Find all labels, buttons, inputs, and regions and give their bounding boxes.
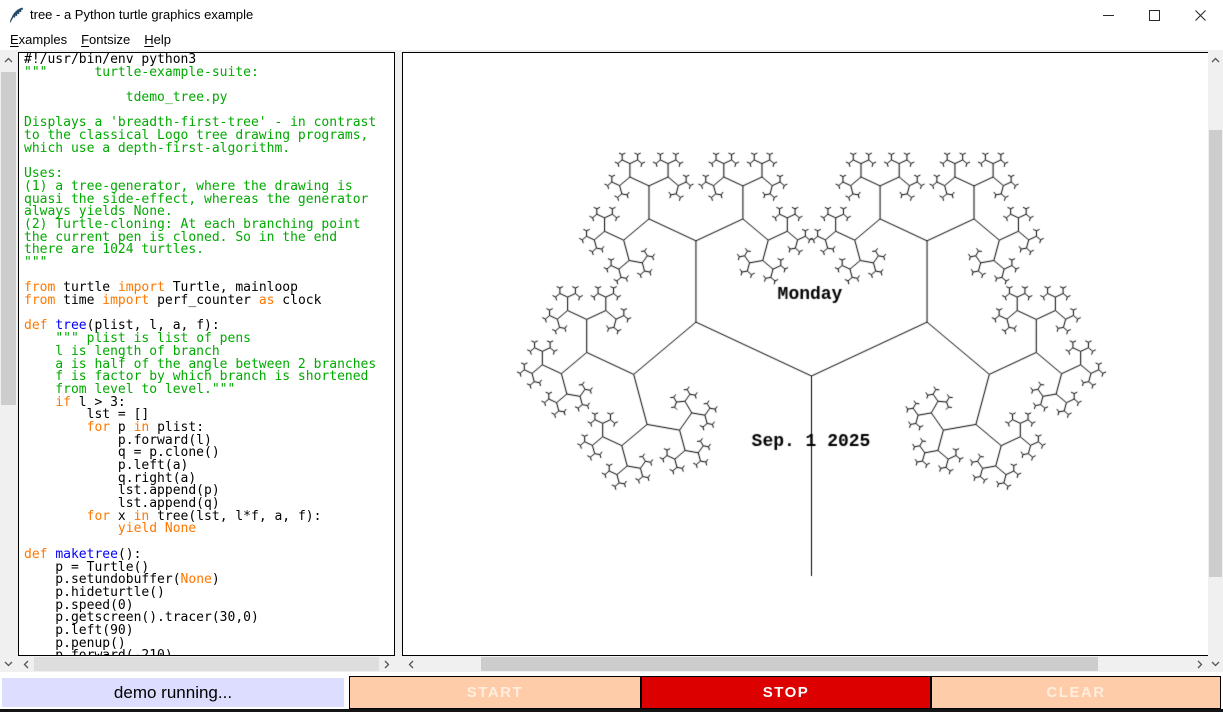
- code-text: #!/usr/bin/env python3 """ turtle-example…: [24, 52, 377, 656]
- canvas-horizontal-scrollbar[interactable]: [403, 656, 1208, 672]
- clear-button[interactable]: CLEAR: [931, 676, 1221, 709]
- menu-item-fontsize[interactable]: Fontsize: [74, 30, 137, 50]
- code-vscroll-thumb[interactable]: [1, 72, 16, 405]
- scroll-left-icon[interactable]: [18, 656, 34, 672]
- scroll-down-icon[interactable]: [0, 656, 17, 672]
- scroll-right-icon[interactable]: [379, 656, 395, 672]
- code-hscroll-thumb[interactable]: [34, 657, 379, 671]
- menu-bar: Examples Fontsize Help: [0, 30, 1223, 50]
- scroll-right-icon[interactable]: [1192, 656, 1208, 672]
- canvas-vertical-scrollbar[interactable]: [1208, 52, 1223, 672]
- menu-item-help[interactable]: Help: [137, 30, 178, 50]
- scroll-left-icon[interactable]: [403, 656, 419, 672]
- minimize-button[interactable]: [1085, 0, 1131, 30]
- scroll-down-icon[interactable]: [1208, 656, 1223, 672]
- canvas-hscroll-thumb[interactable]: [481, 657, 1098, 671]
- maximize-icon: [1148, 9, 1160, 21]
- maximize-button[interactable]: [1131, 0, 1177, 30]
- close-button[interactable]: [1177, 0, 1223, 30]
- close-icon: [1194, 9, 1206, 21]
- window-title: tree - a Python turtle graphics example: [30, 7, 254, 22]
- stop-button[interactable]: STOP: [641, 676, 931, 709]
- python-feather-icon: [9, 7, 24, 23]
- canvas-pane: [402, 52, 1208, 656]
- code-editor[interactable]: #!/usr/bin/env python3 """ turtle-example…: [18, 52, 395, 656]
- bottom-bar: demo running... START STOP CLEAR: [0, 672, 1223, 712]
- scroll-up-icon[interactable]: [0, 52, 17, 68]
- canvas-vscroll-thumb[interactable]: [1209, 130, 1222, 577]
- code-horizontal-scrollbar[interactable]: [18, 656, 395, 672]
- start-button[interactable]: START: [349, 676, 641, 709]
- status-label: demo running...: [2, 678, 344, 707]
- turtle-canvas[interactable]: [403, 53, 1207, 655]
- title-bar: tree - a Python turtle graphics example: [0, 0, 1223, 30]
- menu-item-examples[interactable]: Examples: [3, 30, 74, 50]
- code-vertical-scrollbar[interactable]: [0, 52, 17, 672]
- main-area: #!/usr/bin/env python3 """ turtle-example…: [0, 50, 1223, 672]
- scroll-up-icon[interactable]: [1208, 52, 1223, 68]
- minimize-icon: [1102, 14, 1114, 16]
